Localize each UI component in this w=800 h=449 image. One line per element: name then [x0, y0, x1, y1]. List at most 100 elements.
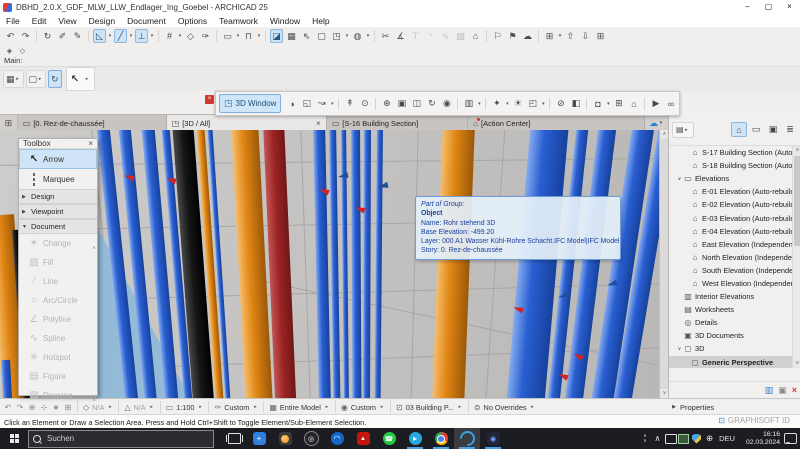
toolbox-header[interactable]: Toolbox × — [19, 139, 97, 149]
toolbox-scroll-up-icon[interactable]: ∧ — [92, 245, 96, 251]
network-tray-icon[interactable]: ⊕ — [703, 433, 716, 444]
flag-cloud-icon[interactable]: ☁ — [521, 29, 534, 43]
look-to-icon[interactable]: ◉ — [440, 97, 453, 111]
taskbar-clock[interactable]: 16:16 02.03.2024 — [738, 431, 780, 446]
back-icon[interactable]: ↶ — [2, 403, 14, 412]
morph-icon[interactable]: ◳ — [330, 29, 343, 43]
projection-icon[interactable]: ◫ — [410, 97, 423, 111]
arrow-tool-panel[interactable]: ↖▸ — [66, 67, 95, 91]
redo-icon[interactable]: ↷ — [19, 29, 32, 43]
dropdown-arrow-icon[interactable]: ▾ — [177, 33, 183, 39]
chrome-app-button[interactable] — [428, 428, 454, 449]
dropdown-arrow-icon[interactable]: ▾ — [365, 33, 371, 39]
guide-lines-icon[interactable]: ◺ — [93, 29, 106, 43]
inject-parameters-icon[interactable]: ✎ — [71, 29, 84, 43]
close-button[interactable]: × — [779, 0, 800, 14]
shape-icon[interactable]: ▭ — [221, 29, 234, 43]
recorder-app-app-button[interactable] — [272, 428, 298, 449]
virtual-trace-icon[interactable]: ▦ — [285, 29, 298, 43]
notification-center[interactable] — [780, 433, 800, 444]
select-tool-button[interactable]: ▢▸ — [26, 70, 47, 88]
tree-item[interactable]: ⌂West Elevation (Independer — [669, 277, 793, 290]
snap-guides-icon[interactable]: ╱ — [114, 29, 127, 43]
tree-item[interactable]: ⌂E-02 Elevation (Auto-rebuild — [669, 198, 793, 211]
cube-3d-icon[interactable]: ◱ — [300, 97, 313, 111]
toolbox-app-app-button[interactable]: + — [246, 428, 272, 449]
dropdown-arrow-icon[interactable]: ▾ — [504, 101, 510, 107]
pen-icon[interactable]: ✑ — [199, 29, 212, 43]
tree-item[interactable]: ▤Worksheets — [669, 303, 793, 316]
adjust-icon[interactable]: ∡ — [394, 29, 407, 43]
quick-option-renovation[interactable]: △N/A▸ — [122, 403, 156, 412]
orbit-tool-button[interactable]: ↻ — [48, 70, 62, 88]
delete-icon[interactable]: × — [792, 385, 797, 395]
tree-item[interactable]: ∨▭Elevations — [669, 172, 793, 185]
view-map-tab-icon[interactable]: ▭ — [748, 122, 764, 137]
menu-view[interactable]: View — [52, 16, 82, 26]
dropdown-arrow-icon[interactable]: ▾ — [329, 101, 335, 107]
vr-sphere-icon[interactable]: ⊕ — [380, 97, 393, 111]
pipe-blue[interactable] — [351, 130, 362, 398]
orbit-camera-icon[interactable]: ↻ — [425, 97, 438, 111]
tab-overview-button[interactable]: ⊞ — [0, 115, 18, 131]
pipe-blue[interactable] — [329, 130, 341, 398]
scrollbar-thumb[interactable] — [794, 156, 800, 246]
navigator-scrollbar[interactable]: ∧ ∨ — [792, 146, 800, 368]
explore-icon[interactable]: ⊙ — [358, 97, 371, 111]
quick-option-pen-set[interactable]: ✑Custom▸ — [212, 403, 260, 412]
menu-options[interactable]: Options — [172, 16, 213, 26]
pickup-favorite-icon[interactable]: ⇧ — [564, 29, 577, 43]
start-button[interactable] — [0, 428, 28, 449]
autogroup-icon[interactable]: ◇ — [17, 46, 28, 55]
shield-tray-icon[interactable] — [690, 434, 703, 444]
link-views-icon[interactable]: ∞ — [664, 97, 677, 111]
tree-item[interactable]: ∨◻3D — [669, 342, 793, 355]
pipe-blue[interactable] — [341, 130, 349, 398]
pipe-blue[interactable] — [363, 130, 371, 398]
fillet-icon[interactable]: ◝ — [424, 29, 437, 43]
walk-icon[interactable]: ↟ — [343, 97, 356, 111]
photos-tray-icon[interactable] — [677, 434, 690, 444]
curve-icon[interactable]: ∿ — [439, 29, 452, 43]
whatsapp-app-button[interactable]: ☎ — [376, 428, 402, 449]
marquee-tool-button[interactable]: ▦▸ — [3, 70, 24, 88]
tree-item[interactable]: ⌂North Elevation (Independe — [669, 251, 793, 264]
minimize-button[interactable]: – — [737, 0, 758, 14]
toolbox-item-marquee[interactable]: Marquee — [19, 169, 97, 189]
scroll-down-icon[interactable]: ∨ — [660, 389, 668, 398]
home-icon[interactable]: ⌂ — [469, 29, 482, 43]
menu-document[interactable]: Document — [121, 16, 172, 26]
marquee-area-icon[interactable]: ▢ — [315, 29, 328, 43]
tab-2[interactable]: ◳[3D / All]× — [167, 115, 327, 131]
graphisoft-id[interactable]: ⊡ GRAPHISOFT ID — [718, 416, 790, 425]
paint-model-icon[interactable]: ◧ — [569, 97, 582, 111]
quick-option-model-filter[interactable]: ▦Entire Model▸ — [267, 403, 332, 412]
quick-option-scale[interactable]: ▭1:100▸ — [164, 403, 206, 412]
clone-layers-icon[interactable]: ▥ — [462, 97, 475, 111]
rotate-view-icon[interactable]: ↻ — [41, 29, 54, 43]
tray-expand-icon[interactable]: ∧ — [651, 433, 664, 444]
tablet-tray-icon[interactable] — [664, 434, 677, 444]
sketch-icon[interactable]: ◇ — [184, 29, 197, 43]
menu-design[interactable]: Design — [83, 16, 121, 26]
tab-1[interactable]: ▭[0. Rez-de-chaussée] — [18, 115, 167, 131]
tree-item[interactable]: ⌂E-04 Elevation (Auto-rebuild — [669, 225, 793, 238]
tree-item[interactable]: ⌂S-18 Building Section (Auto- — [669, 159, 793, 172]
new-viewpoint-icon[interactable]: ▣ — [778, 385, 787, 396]
scroll-down-icon[interactable]: ∨ — [793, 359, 800, 368]
dropdown-arrow-icon[interactable]: ▾ — [557, 33, 563, 39]
quick-option-dimensions[interactable]: ◉Custom▸ — [339, 403, 387, 412]
tree-item[interactable]: ◎Details — [669, 316, 793, 329]
menu-help[interactable]: Help — [306, 16, 335, 26]
split-icon[interactable]: ✂ — [379, 29, 392, 43]
flag-icon[interactable]: ⚐ — [491, 29, 504, 43]
task-view-app-button[interactable] — [222, 428, 246, 449]
toolbox-group-document[interactable]: ▼Document — [19, 219, 97, 234]
layout-book-tab-icon[interactable]: ▣ — [765, 122, 781, 137]
quick-option-layer-combo[interactable]: ⊡03 Building P...▸ — [394, 403, 465, 412]
trace-reference-icon[interactable]: ◪ — [270, 29, 283, 43]
toolbox-item-arrow[interactable]: ↖Arrow — [19, 149, 97, 169]
dropdown-arrow-icon[interactable]: ▾ — [256, 33, 262, 39]
obs-studio-app-button[interactable]: ◎ — [298, 428, 324, 449]
teamwork-cloud-button[interactable]: ☁▾ — [645, 115, 668, 131]
